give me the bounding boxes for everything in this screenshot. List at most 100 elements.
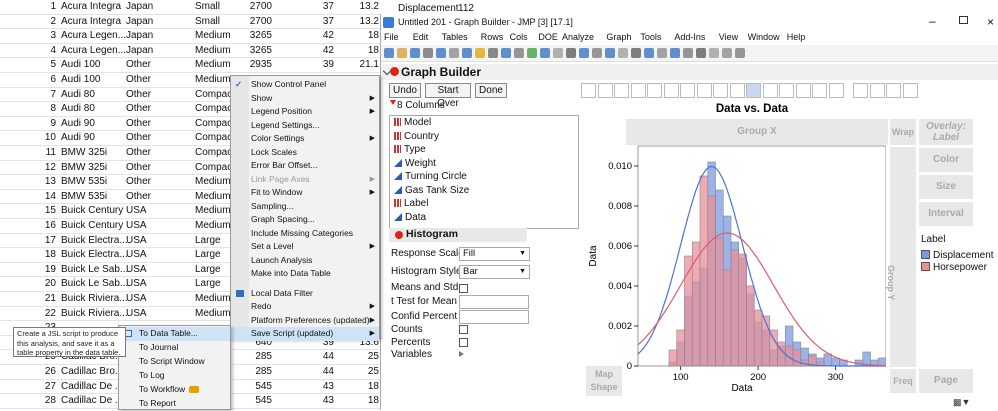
toolbar-icon[interactable] [644, 48, 654, 58]
toolbar-icon[interactable] [631, 48, 641, 58]
interval-zone[interactable]: Interval [919, 202, 973, 226]
submenu-item-to-script-window[interactable]: To Script Window [119, 355, 230, 369]
element-type-icon[interactable] [902, 83, 918, 98]
element-type-icon[interactable] [647, 83, 662, 98]
size-zone[interactable]: Size [919, 175, 973, 199]
column-item[interactable]: Label [394, 198, 428, 209]
toolbar-icon[interactable] [475, 48, 485, 58]
element-type-icon[interactable] [795, 83, 811, 98]
menu-item-launch-analysis[interactable]: Launch Analysis [231, 254, 379, 268]
menu-addins[interactable]: Add-Ins [674, 32, 705, 42]
column-item[interactable]: Model [394, 117, 431, 128]
toolbar-icon[interactable] [605, 48, 615, 58]
toolbar-icon[interactable] [579, 48, 589, 58]
element-type-icon[interactable] [630, 83, 646, 98]
menu-item-sampling[interactable]: Sampling... [231, 200, 379, 214]
red-triangle-menu-icon[interactable] [390, 67, 399, 76]
submenu-item-to-log[interactable]: To Log [119, 369, 230, 383]
minimize-icon[interactable]: – [929, 14, 936, 28]
column-item[interactable]: Country [394, 131, 439, 142]
menu-item-include-missing-categories[interactable]: Include Missing Categories [231, 227, 379, 241]
menu-doe[interactable]: DOE [538, 32, 558, 42]
t-test-input[interactable] [459, 295, 529, 309]
element-type-icon[interactable] [614, 83, 629, 98]
menu-item-set-a-level[interactable]: Set a Level ▶ [231, 240, 379, 254]
column-item[interactable]: Type [394, 144, 426, 155]
element-type-icon[interactable] [581, 83, 596, 98]
element-type-icon[interactable] [779, 83, 794, 98]
toolbar-icon[interactable] [514, 48, 524, 58]
menu-item-legend-settings[interactable]: Legend Settings... [231, 119, 379, 133]
menu-item-local-data-filter[interactable]: Local Data Filter [231, 287, 379, 301]
toolbar-icon[interactable] [527, 48, 537, 58]
menu-cols[interactable]: Cols [510, 32, 528, 42]
columns-disclosure-icon[interactable] [390, 100, 396, 105]
toolbar-icon[interactable] [553, 48, 563, 58]
element-type-icon[interactable] [762, 83, 778, 98]
element-type-icon[interactable] [729, 83, 745, 98]
toolbar-icon[interactable] [449, 48, 459, 58]
menu-edit[interactable]: Edit [413, 32, 429, 42]
toolbar-icon[interactable] [566, 48, 576, 58]
response-scale-select[interactable]: Fill ▼ [459, 247, 530, 261]
toolbar-icon[interactable] [722, 48, 732, 58]
menu-view[interactable]: View [719, 32, 738, 42]
color-zone[interactable]: Color [919, 148, 973, 172]
counts-checkbox[interactable] [459, 325, 468, 334]
menu-graph[interactable]: Graph [606, 32, 631, 42]
menu-rows[interactable]: Rows [481, 32, 504, 42]
toolbar-icon[interactable] [696, 48, 706, 58]
menu-item-show-control-panel[interactable]: Show Control Panel ✓ [231, 78, 379, 92]
element-type-icon[interactable] [886, 83, 901, 98]
menu-item-platform-preferences-updated[interactable]: Platform Preferences (updated) ▶ [231, 314, 379, 328]
toolbar-icon[interactable] [657, 48, 667, 58]
menu-window[interactable]: Window [748, 32, 780, 42]
toolbar-icon[interactable] [397, 48, 407, 58]
menu-item-color-settings[interactable]: Color Settings ▶ [231, 132, 379, 146]
element-type-icon[interactable] [663, 83, 679, 98]
toolbar-icon[interactable] [423, 48, 433, 58]
overlay-zone[interactable]: Overlay: Label [919, 119, 973, 145]
close-icon[interactable]: × [987, 15, 994, 29]
submenu-item-to-journal[interactable]: To Journal [119, 341, 230, 355]
element-type-icon[interactable] [597, 83, 613, 98]
toolbar-icon[interactable] [618, 48, 628, 58]
wrap-zone[interactable]: Wrap [890, 119, 916, 145]
menu-tables[interactable]: Tables [442, 32, 468, 42]
menu-item-error-bar-offset[interactable]: Error Bar Offset... [231, 159, 379, 173]
menu-item-show[interactable]: Show ▶ [231, 92, 379, 106]
column-item[interactable]: Data [394, 212, 426, 223]
freq-zone[interactable]: Freq [890, 369, 916, 393]
submenu-item-to-report[interactable]: To Report [119, 397, 230, 411]
element-type-icon[interactable] [713, 83, 728, 98]
menu-item-graph-spacing[interactable]: Graph Spacing... [231, 213, 379, 227]
confid-percent-input[interactable] [459, 310, 529, 324]
group-y-zone[interactable]: Group Y [886, 147, 916, 367]
toolbar-icon[interactable] [488, 48, 498, 58]
maximize-icon[interactable] [959, 16, 968, 24]
columns-list[interactable]: Model Country Type Weight Turning Circle Gas … [389, 115, 579, 229]
element-type-icon[interactable] [828, 83, 844, 98]
column-item[interactable]: Weight [394, 158, 436, 169]
element-type-icon[interactable] [869, 83, 885, 98]
toolbar-icon[interactable] [592, 48, 602, 58]
toolbar-icon[interactable] [462, 48, 472, 58]
menu-item-save-script-updated[interactable]: Save Script (updated) ▶ [231, 327, 379, 341]
menu-analyze[interactable]: Analyze [562, 32, 594, 42]
column-item[interactable]: Gas Tank Size [394, 185, 469, 196]
submenu-item-to-data-table[interactable]: To Data Table... [119, 327, 230, 341]
histogram-style-select[interactable]: Bar ▼ [459, 265, 530, 279]
menu-item-fit-to-window[interactable]: Fit to Window ▶ [231, 186, 379, 200]
toolbar-icon[interactable] [540, 48, 550, 58]
percents-checkbox[interactable] [459, 338, 468, 347]
column-item[interactable]: Turning Circle [394, 171, 467, 182]
element-type-icon[interactable] [853, 83, 868, 98]
done-button[interactable]: Done [475, 83, 507, 98]
legend-item[interactable]: Horsepower [921, 262, 987, 273]
toolbar-icon[interactable] [436, 48, 446, 58]
menu-item-legend-position[interactable]: Legend Position ▶ [231, 105, 379, 119]
menu-item-make-into-data-table[interactable]: Make into Data Table [231, 267, 379, 281]
expand-icon[interactable] [459, 351, 464, 357]
toolbar-icon[interactable] [709, 48, 719, 58]
page-zone[interactable]: Page [919, 369, 973, 393]
